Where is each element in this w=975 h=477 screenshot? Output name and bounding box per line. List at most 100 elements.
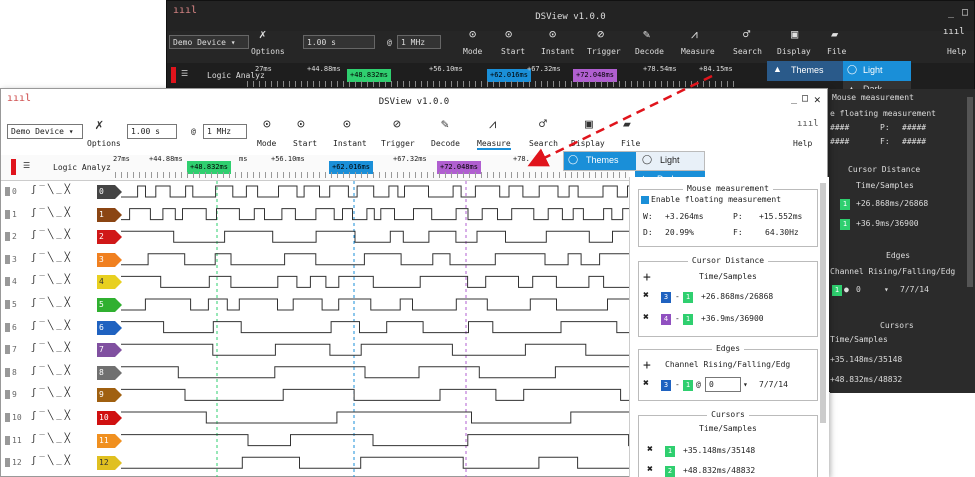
minimize-icon[interactable]: _ bbox=[948, 7, 954, 18]
channel-badge[interactable]: 2 bbox=[97, 230, 122, 245]
instant-icon[interactable]: ⊙ bbox=[549, 27, 556, 41]
trigger-options[interactable]: ʃ‾╲_╳ bbox=[31, 275, 73, 285]
channel-badge[interactable]: 7 bbox=[97, 343, 122, 358]
channel-enable-box[interactable] bbox=[5, 345, 10, 355]
search-label[interactable]: Search bbox=[733, 47, 762, 56]
instant-icon[interactable]: ⊙ bbox=[343, 117, 351, 132]
channel-enable-box[interactable] bbox=[5, 187, 10, 196]
trigger-label[interactable]: Trigger bbox=[587, 47, 621, 56]
channel-badge[interactable]: 0 bbox=[97, 185, 122, 199]
cursor-badge[interactable]: 3 bbox=[661, 292, 671, 303]
cursor-badge[interactable]: 1 bbox=[683, 292, 693, 303]
help-icon[interactable]: ıııl bbox=[943, 27, 965, 37]
mode-label[interactable]: Mode bbox=[463, 47, 482, 56]
edge-badge[interactable]: 3 bbox=[661, 380, 671, 391]
measure-label[interactable]: Measure bbox=[477, 139, 511, 150]
file-icon[interactable]: ▰ bbox=[831, 27, 838, 41]
channel-enable-box[interactable] bbox=[5, 458, 10, 468]
trigger-options[interactable]: ʃ‾╲_╳ bbox=[31, 411, 73, 421]
close-icon[interactable]: ✕ bbox=[814, 93, 821, 106]
trigger-options[interactable]: ʃ‾╲_╳ bbox=[31, 208, 73, 218]
options-label[interactable]: Options bbox=[87, 139, 121, 148]
channel-enable-box[interactable] bbox=[5, 209, 10, 219]
measure-label[interactable]: Measure bbox=[681, 47, 715, 56]
device-select[interactable]: Demo Device ▾ bbox=[7, 124, 83, 139]
themes-menu-item[interactable]: ◯ Themes bbox=[564, 152, 636, 170]
options-icon[interactable]: ✗ bbox=[259, 27, 266, 41]
edge-badge[interactable]: 1 bbox=[683, 380, 693, 391]
channel-badge[interactable]: 9 bbox=[97, 388, 122, 403]
channel-enable-box[interactable] bbox=[5, 300, 10, 309]
edge-channel[interactable]: 0 bbox=[856, 285, 861, 294]
channel-enable-box[interactable] bbox=[5, 435, 10, 445]
measure-icon[interactable]: ⩘ bbox=[691, 27, 698, 42]
channel-enable-box[interactable] bbox=[5, 232, 10, 242]
add-icon[interactable]: + bbox=[643, 270, 651, 285]
display-icon[interactable]: ▣ bbox=[791, 27, 798, 41]
channel-enable-box[interactable] bbox=[5, 413, 10, 422]
start-icon[interactable]: ⊙ bbox=[505, 27, 512, 41]
maximize-icon[interactable]: □ bbox=[962, 7, 968, 18]
dark-scrollbar[interactable] bbox=[967, 97, 973, 287]
channel-badge[interactable]: 5 bbox=[97, 298, 122, 312]
chevron-down-icon[interactable]: ▾ bbox=[743, 380, 748, 389]
add-icon[interactable]: + bbox=[643, 358, 651, 373]
chevron-down-icon[interactable]: ▾ bbox=[884, 285, 889, 294]
maximize-icon[interactable]: □ bbox=[802, 93, 808, 104]
trigger-options[interactable]: ʃ‾╲_╳ bbox=[31, 298, 73, 308]
checkbox-icon[interactable] bbox=[641, 196, 649, 204]
start-label[interactable]: Start bbox=[293, 139, 317, 148]
light-theme-option[interactable]: ◯ Light bbox=[843, 61, 911, 81]
remove-icon[interactable]: ✖ bbox=[643, 312, 649, 323]
cursor-badge[interactable]: 4 bbox=[661, 314, 671, 325]
file-label[interactable]: File bbox=[621, 139, 640, 148]
channel-badge[interactable]: 1 bbox=[97, 207, 122, 222]
options-icon[interactable]: ✗ bbox=[95, 117, 103, 133]
trigger-options[interactable]: ʃ‾╲_╳ bbox=[31, 388, 73, 398]
channel-badge[interactable]: 11 bbox=[97, 433, 122, 448]
minimize-icon[interactable]: _ bbox=[791, 93, 797, 104]
rate-select[interactable]: 1 MHz bbox=[397, 35, 441, 49]
cursor-badge[interactable]: 1 bbox=[665, 446, 675, 457]
trigger-options[interactable]: ʃ‾╲_╳ bbox=[31, 185, 73, 195]
channel-badge[interactable]: 10 bbox=[97, 411, 122, 425]
help-icon[interactable]: ıııl bbox=[797, 119, 819, 129]
time-select[interactable]: 1.00 s bbox=[303, 35, 375, 49]
display-label[interactable]: Display bbox=[571, 139, 605, 148]
instant-label[interactable]: Instant bbox=[333, 139, 367, 148]
cursor-badge[interactable]: 2 bbox=[665, 466, 675, 477]
decode-icon[interactable]: ✎ bbox=[441, 117, 449, 132]
channel-enable-box[interactable] bbox=[5, 322, 10, 332]
device-select[interactable]: Demo Device ▾ bbox=[169, 35, 249, 49]
channel-badge[interactable]: 4 bbox=[97, 275, 122, 290]
themes-menu-item[interactable]: Themes bbox=[791, 65, 824, 75]
decode-icon[interactable]: ✎ bbox=[643, 27, 650, 41]
search-label[interactable]: Search bbox=[529, 139, 558, 148]
channel-badge[interactable]: 6 bbox=[97, 320, 122, 335]
remove-icon[interactable]: ✖ bbox=[647, 444, 653, 455]
mode-icon[interactable]: ⊙ bbox=[469, 27, 476, 41]
channel-enable-box[interactable] bbox=[5, 277, 10, 287]
search-icon[interactable]: ♂ bbox=[743, 27, 750, 41]
start-icon[interactable]: ⊙ bbox=[297, 117, 305, 132]
instant-label[interactable]: Instant bbox=[541, 47, 575, 56]
panel-scrollbar[interactable] bbox=[820, 183, 826, 423]
channel-badge[interactable]: 3 bbox=[97, 252, 122, 267]
edge-channel-select[interactable]: 0 bbox=[705, 377, 741, 392]
display-icon[interactable]: ▣ bbox=[585, 117, 593, 132]
mode-icon[interactable]: ⊙ bbox=[263, 117, 271, 132]
channel-enable-box[interactable] bbox=[5, 390, 10, 400]
trigger-icon[interactable]: ⊘ bbox=[597, 27, 604, 41]
trigger-options[interactable]: ʃ‾╲_╳ bbox=[31, 343, 73, 353]
floating-measure-label[interactable]: Enable floating measurement bbox=[651, 195, 781, 204]
remove-icon[interactable]: ✖ bbox=[643, 290, 649, 301]
start-label[interactable]: Start bbox=[501, 47, 525, 56]
options-label[interactable]: Options bbox=[251, 47, 285, 56]
help-label[interactable]: Help bbox=[947, 47, 966, 56]
channel-enable-box[interactable] bbox=[5, 254, 10, 264]
decode-label[interactable]: Decode bbox=[635, 47, 664, 56]
cursor-badge[interactable]: 1 bbox=[683, 314, 693, 325]
trigger-options[interactable]: ʃ‾╲_╳ bbox=[31, 321, 73, 331]
help-label[interactable]: Help bbox=[793, 139, 812, 148]
file-icon[interactable]: ▰ bbox=[623, 117, 631, 132]
